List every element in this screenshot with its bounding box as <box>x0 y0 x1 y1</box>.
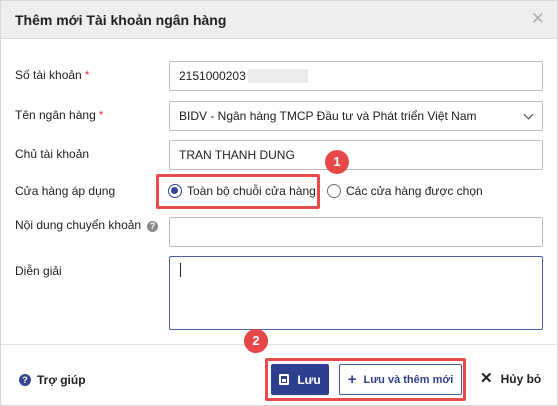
bank-name-value: BIDV - Ngân hàng TMCP Đầu tư và Phát tri… <box>179 109 477 123</box>
description-label: Diễn giải <box>15 264 62 278</box>
chevron-down-icon[interactable] <box>523 109 534 120</box>
plus-icon: + <box>347 370 357 388</box>
bank-name-select[interactable]: BIDV - Ngân hàng TMCP Đầu tư và Phát tri… <box>169 101 543 131</box>
cancel-button-label: Hủy bỏ <box>500 372 542 386</box>
account-owner-value: TRAN THANH DUNG <box>179 148 295 162</box>
account-owner-label: Chủ tài khoản <box>15 147 90 161</box>
help-icon[interactable]: ? <box>147 221 159 232</box>
transfer-content-label-text: Nội dung chuyển khoản <box>15 218 142 232</box>
masked-digits <box>247 69 308 83</box>
close-icon: ✕ <box>480 370 493 387</box>
radio-unchecked-icon[interactable] <box>327 184 341 198</box>
callout-badge-2: 2 <box>244 329 268 353</box>
help-link[interactable]: ? Trợ giúp <box>19 373 86 387</box>
help-link-label: Trợ giúp <box>37 373 86 387</box>
footer-divider <box>1 344 557 345</box>
cancel-button[interactable]: ✕ Hủy bỏ <box>480 370 542 387</box>
callout-highlight-1 <box>156 174 320 209</box>
save-and-new-label: Lưu và thêm mới <box>363 373 454 386</box>
required-mark: * <box>98 108 104 122</box>
add-bank-account-dialog: Thêm mới Tài khoản ngân hàng ✕ Số tài kh… <box>0 0 558 406</box>
bank-name-label-text: Tên ngân hàng <box>15 108 96 122</box>
callout-badge-1: 1 <box>325 150 349 174</box>
dialog-header: Thêm mới Tài khoản ngân hàng ✕ <box>1 1 557 39</box>
account-number-value: 2151000203 <box>179 69 246 83</box>
close-icon[interactable]: ✕ <box>531 10 545 28</box>
bank-name-label: Tên ngân hàng * <box>15 108 103 122</box>
save-icon <box>279 374 290 385</box>
save-and-new-button[interactable]: + Lưu và thêm mới <box>339 364 462 395</box>
dialog-title: Thêm mới Tài khoản ngân hàng <box>15 12 227 28</box>
account-owner-field[interactable]: TRAN THANH DUNG <box>169 140 543 170</box>
radio-selected-stores-label: Các cửa hàng được chọn <box>346 184 483 198</box>
transfer-content-field[interactable] <box>169 217 543 247</box>
save-button[interactable]: Lưu <box>271 364 329 395</box>
applied-stores-label: Cửa hàng áp dụng <box>15 184 116 198</box>
text-caret <box>180 263 181 277</box>
description-textarea[interactable] <box>169 256 543 330</box>
save-button-label: Lưu <box>297 372 321 387</box>
account-number-field[interactable]: 2151000203 <box>169 61 543 91</box>
radio-selected-stores[interactable]: Các cửa hàng được chọn <box>327 184 483 198</box>
account-number-label-text: Số tài khoản <box>15 68 82 82</box>
transfer-content-label: Nội dung chuyển khoản? <box>15 218 159 232</box>
question-icon: ? <box>19 374 31 386</box>
required-mark: * <box>84 68 90 82</box>
account-number-label: Số tài khoản * <box>15 68 89 82</box>
